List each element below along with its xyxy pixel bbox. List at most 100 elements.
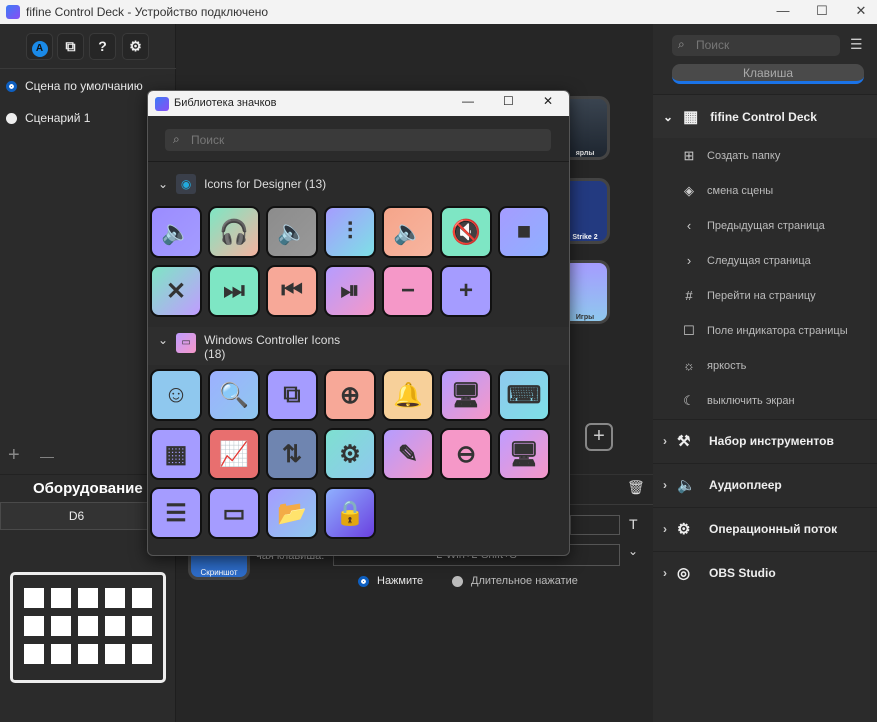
deck-key[interactable] bbox=[78, 588, 98, 608]
search-input[interactable]: ⌕ Поиск bbox=[672, 35, 840, 56]
section-header-windows[interactable]: ⌄ ▭ Windows Controller Icons (18) bbox=[148, 327, 569, 365]
remove-scene-button[interactable]: — bbox=[40, 448, 54, 464]
grid-icon[interactable]: ▦ bbox=[150, 428, 202, 480]
keyboard-icon[interactable]: ⌨ bbox=[498, 369, 550, 421]
select-text-icon[interactable]: ☰ bbox=[150, 487, 202, 539]
windows-icon[interactable]: ⧉ bbox=[266, 369, 318, 421]
desktop-settings-icon[interactable]: 🖥 bbox=[498, 428, 550, 480]
section-header-designer[interactable]: ⌄ ◉ Icons for Designer (13) bbox=[148, 170, 569, 198]
icon-search-input[interactable]: ⌕ Поиск bbox=[165, 129, 551, 151]
chevron-right-icon[interactable]: › bbox=[663, 566, 667, 580]
tab-key[interactable]: Клавиша bbox=[672, 64, 864, 84]
add-page-button[interactable]: + bbox=[585, 423, 613, 451]
deck-key[interactable] bbox=[105, 588, 125, 608]
previous-track-icon[interactable]: ⏮ bbox=[266, 265, 318, 317]
folder-share-icon[interactable]: 📂 bbox=[266, 487, 318, 539]
chevron-down-icon[interactable]: ⌄ bbox=[628, 544, 638, 558]
tree-item[interactable]: ⊞ Создать папку bbox=[681, 148, 781, 164]
tree-item[interactable]: ☾ выключить экран bbox=[681, 393, 795, 409]
close-button[interactable]: ✕ bbox=[543, 94, 553, 108]
chevron-right-icon[interactable]: › bbox=[663, 478, 667, 492]
list-view-icon[interactable]: ☰ bbox=[850, 36, 863, 53]
text-style-icon[interactable]: T bbox=[629, 516, 638, 532]
volume-gray-icon[interactable]: 🔈 bbox=[266, 206, 318, 258]
deck-key[interactable] bbox=[132, 588, 152, 608]
press-option[interactable]: Нажмите bbox=[358, 575, 423, 587]
document-search-icon[interactable]: 🔍 bbox=[208, 369, 260, 421]
tree-group[interactable]: › ⚙ Операционный поток bbox=[653, 507, 877, 550]
headphones-icon[interactable]: 🎧 bbox=[208, 206, 260, 258]
profiles-button[interactable]: ⧉ bbox=[57, 33, 84, 60]
chevron-down-icon[interactable]: ⌄ bbox=[663, 110, 673, 124]
device-button[interactable]: D6 bbox=[0, 502, 153, 530]
deck-key[interactable] bbox=[132, 616, 152, 636]
mute-icon[interactable]: 🔇 bbox=[440, 206, 492, 258]
deck-key[interactable] bbox=[132, 644, 152, 664]
tree-item[interactable]: ‹ Предыдущая страница bbox=[681, 218, 825, 234]
scene-default[interactable]: Сцена по умолчанию bbox=[6, 79, 143, 93]
volume-icon[interactable]: 🔈 bbox=[150, 206, 202, 258]
tile-caption: Скриншот bbox=[200, 568, 238, 577]
performance-monitor-icon[interactable]: 📈 bbox=[208, 428, 260, 480]
deck-key[interactable] bbox=[105, 644, 125, 664]
radio[interactable] bbox=[6, 112, 17, 124]
deck-key[interactable] bbox=[78, 644, 98, 664]
maximize-button[interactable]: ☐ bbox=[503, 94, 514, 108]
trash-icon[interactable]: 🗑 bbox=[627, 479, 645, 496]
zoom-out-icon[interactable]: ⊖ bbox=[440, 428, 492, 480]
long-press-option[interactable]: Длительное нажатие bbox=[452, 575, 578, 587]
volume-down-icon[interactable]: − bbox=[382, 265, 434, 317]
next-track-icon[interactable]: ⏭ bbox=[208, 265, 260, 317]
deck-key[interactable] bbox=[105, 616, 125, 636]
radio[interactable] bbox=[452, 575, 463, 587]
tree-item-label: выключить экран bbox=[707, 395, 795, 407]
help-button[interactable]: ? bbox=[89, 33, 116, 60]
desktop-back-icon[interactable]: 🖥 bbox=[440, 369, 492, 421]
radio-selected[interactable] bbox=[6, 80, 17, 92]
equalizer-icon[interactable]: ⫶ bbox=[324, 206, 376, 258]
tree-item[interactable]: ◈ смена сцены bbox=[681, 183, 773, 199]
maximize-button[interactable]: ☐ bbox=[806, 0, 838, 24]
chevron-right-icon[interactable]: › bbox=[663, 434, 667, 448]
volume-off-icon[interactable]: ✕ bbox=[150, 265, 202, 317]
tree-item[interactable]: › Следущая страница bbox=[681, 253, 811, 269]
deck-key[interactable] bbox=[78, 616, 98, 636]
deck-key[interactable] bbox=[24, 588, 44, 608]
zoom-in-icon[interactable]: ⊕ bbox=[324, 369, 376, 421]
radio-selected[interactable] bbox=[358, 575, 369, 587]
chevron-right-icon[interactable]: › bbox=[663, 522, 667, 536]
gear-button[interactable]: ⚙ bbox=[122, 33, 149, 60]
stop-icon[interactable]: ■ bbox=[498, 206, 550, 258]
fast-window-icon[interactable]: ▭ bbox=[208, 487, 260, 539]
tree-item[interactable]: ☼ яркость bbox=[681, 358, 746, 374]
volume-up-icon[interactable]: + bbox=[440, 265, 492, 317]
tree-group[interactable]: › ⚒ Набор инструментов bbox=[653, 419, 877, 462]
title-input[interactable] bbox=[570, 515, 620, 535]
deck-key[interactable] bbox=[51, 616, 71, 636]
tree-item[interactable]: # Перейти на страницу bbox=[681, 288, 815, 304]
chevron-down-icon[interactable]: ⌄ bbox=[158, 177, 168, 191]
lock-screen-icon[interactable]: 🔒 bbox=[324, 487, 376, 539]
store-button[interactable]: A bbox=[26, 33, 53, 60]
deck-key[interactable] bbox=[24, 644, 44, 664]
tree-group[interactable]: › 🔈 Аудиоплеер bbox=[653, 463, 877, 506]
deck-key[interactable] bbox=[51, 588, 71, 608]
minimize-button[interactable]: — bbox=[767, 0, 799, 24]
smiley-icon[interactable]: ☺ bbox=[150, 369, 202, 421]
pen-icon[interactable]: ✎ bbox=[382, 428, 434, 480]
headphone-volume-icon[interactable]: 🔈 bbox=[382, 206, 434, 258]
scene-1[interactable]: Сценарий 1 bbox=[6, 111, 90, 125]
deck-key[interactable] bbox=[51, 644, 71, 664]
tree-item[interactable]: ☐ Поле индикатора страницы bbox=[681, 323, 847, 339]
tree-group[interactable]: › ◎ OBS Studio bbox=[653, 551, 877, 594]
tree-root-fifine[interactable]: ⌄ ▦ fifine Control Deck bbox=[653, 94, 877, 138]
minimize-button[interactable]: — bbox=[462, 94, 474, 108]
deck-key[interactable] bbox=[24, 616, 44, 636]
close-button[interactable]: ✕ bbox=[845, 0, 877, 24]
arrows-icon[interactable]: ⇅ bbox=[266, 428, 318, 480]
bell-icon[interactable]: 🔔 bbox=[382, 369, 434, 421]
add-scene-button[interactable]: + bbox=[8, 444, 20, 467]
chevron-down-icon[interactable]: ⌄ bbox=[158, 333, 168, 347]
settings-icon[interactable]: ⚙ bbox=[324, 428, 376, 480]
play-pause-icon[interactable]: ⏯ bbox=[324, 265, 376, 317]
